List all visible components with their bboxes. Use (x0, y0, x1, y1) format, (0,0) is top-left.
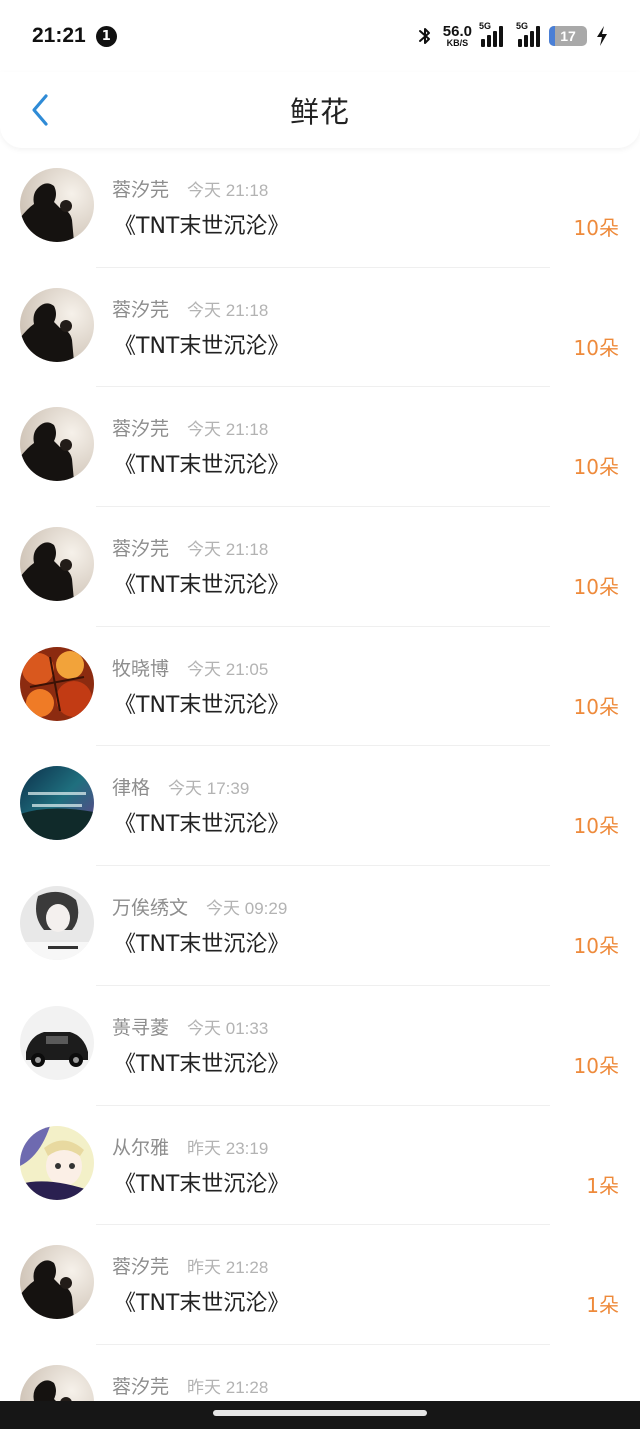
username: 蓉汐芫 (112, 1256, 170, 1279)
timestamp: 昨天 23:19 (187, 1138, 269, 1158)
list-item[interactable]: 牧晓博 今天 21:05 《TNT末世沉沦》 10朵 (0, 627, 640, 747)
avatar[interactable] (20, 407, 94, 482)
status-time: 21:21 (32, 24, 86, 47)
timestamp: 今天 21:18 (187, 540, 269, 560)
list-item[interactable]: 蓉汐芫 今天 21:18 《TNT末世沉沦》 10朵 (0, 268, 640, 388)
username: 蓉汐芫 (112, 298, 170, 321)
book-title: 《TNT末世沉沦》 (114, 1171, 290, 1197)
book-title: 《TNT末世沉沦》 (114, 333, 290, 359)
avatar[interactable] (20, 886, 94, 961)
bluetooth-icon (418, 28, 430, 44)
username: 蓉汐芫 (112, 418, 170, 441)
flower-count: 10朵 (573, 455, 619, 480)
book-title: 《TNT末世沉沦》 (114, 573, 290, 599)
username: 蓉汐芫 (112, 1375, 170, 1398)
item-meta: 万俟绣文 今天 09:29 (112, 893, 287, 920)
flower-count: 10朵 (573, 934, 619, 959)
item-meta: 蓉汐芫 昨天 21:28 (112, 1252, 268, 1279)
battery-level: 17 (560, 28, 576, 44)
flower-count: 10朵 (573, 814, 619, 839)
back-button[interactable] (20, 90, 60, 130)
page-title: 鲜花 (289, 95, 350, 129)
item-meta: 蓉汐芫 今天 21:18 (112, 175, 268, 202)
timestamp: 今天 21:18 (187, 420, 269, 440)
item-meta: 牧晓博 今天 21:05 (112, 654, 268, 681)
timestamp: 今天 21:05 (187, 659, 269, 679)
avatar[interactable] (20, 287, 94, 362)
signal-sim1-icon: 5G (479, 21, 503, 47)
status-bar: 21:21 1 56.0 KB/S 5G 5G 17 (0, 0, 640, 72)
list-item[interactable]: 蓉汐芫 昨天 21:28 《TNT末世沉沦》 1朵 (0, 1225, 640, 1345)
timestamp: 今天 09:29 (206, 899, 288, 919)
network-speed-unit: KB/S (446, 38, 469, 48)
list-item[interactable]: 蒉寻菱 今天 01:33 《TNT末世沉沦》 10朵 (0, 986, 640, 1106)
signal-sim2-icon: 5G (516, 21, 540, 47)
item-meta: 蓉汐芫 今天 21:18 (112, 414, 268, 441)
timestamp: 今天 17:39 (168, 779, 250, 799)
network-speed-value: 56.0 (442, 23, 472, 40)
timestamp: 今天 01:33 (187, 1018, 269, 1038)
flower-count: 1朵 (586, 1173, 619, 1198)
book-title: 《TNT末世沉沦》 (114, 692, 290, 718)
username: 蓉汐芫 (112, 179, 170, 201)
avatar[interactable] (20, 527, 94, 602)
home-indicator[interactable] (213, 1410, 427, 1416)
flower-count: 10朵 (573, 1053, 619, 1078)
list-item[interactable]: 蓉汐芫 今天 21:18 《TNT末世沉沦》 10朵 (0, 148, 640, 268)
book-title: 《TNT末世沉沦》 (114, 1291, 290, 1317)
timestamp: 昨天 21:28 (187, 1258, 269, 1278)
flower-count: 10朵 (573, 335, 619, 360)
notification-badge: 1 (95, 25, 117, 47)
avatar[interactable] (20, 1005, 94, 1080)
book-title: 《TNT末世沉沦》 (114, 932, 290, 958)
avatar[interactable] (20, 168, 94, 242)
item-meta: 蓉汐芫 今天 21:18 (112, 295, 268, 322)
navigation-bar: 鲜花 (0, 72, 640, 148)
username: 蓉汐芫 (112, 538, 170, 561)
book-title: 《TNT末世沉沦》 (114, 453, 290, 479)
status-icons: 56.0 KB/S 5G 5G 17 (416, 21, 608, 48)
battery-icon: 17 (549, 26, 587, 46)
flower-count: 1朵 (586, 1293, 619, 1318)
book-title: 《TNT末世沉沦》 (114, 1051, 290, 1077)
sim2-label: 5G (516, 21, 529, 31)
item-meta: 蓉汐芫 今天 21:18 (112, 534, 268, 561)
timestamp: 今天 21:18 (187, 181, 269, 200)
network-speed: 56.0 KB/S (443, 24, 472, 48)
item-meta: 蒉寻菱 今天 01:33 (112, 1013, 268, 1040)
book-title: 《TNT末世沉沦》 (114, 812, 290, 838)
sim1-label: 5G (479, 21, 492, 31)
chevron-left-icon (32, 94, 48, 126)
item-meta: 从尔雅 昨天 23:19 (112, 1133, 268, 1160)
list-item[interactable]: 蓉汐芫 今天 21:18 《TNT末世沉沦》 10朵 (0, 507, 640, 627)
timestamp: 昨天 21:28 (187, 1377, 269, 1397)
flower-count: 10朵 (573, 216, 619, 240)
avatar[interactable] (20, 766, 94, 841)
username: 万俟绣文 (112, 897, 189, 920)
book-title: 《TNT末世沉沦》 (114, 214, 290, 239)
flower-count: 10朵 (573, 575, 619, 600)
avatar[interactable] (20, 1245, 94, 1320)
item-meta: 律格 今天 17:39 (112, 773, 249, 800)
timestamp: 今天 21:18 (187, 300, 269, 320)
list-item[interactable]: 律格 今天 17:39 《TNT末世沉沦》 10朵 (0, 746, 640, 867)
avatar[interactable] (20, 1125, 94, 1200)
username: 从尔雅 (112, 1136, 170, 1159)
username: 律格 (112, 777, 151, 800)
item-meta: 蓉汐芫 昨天 21:28 (112, 1372, 268, 1399)
avatar[interactable] (20, 646, 94, 721)
list-item[interactable]: 从尔雅 昨天 23:19 《TNT末世沉沦》 1朵 (0, 1106, 640, 1226)
charging-bolt-icon (597, 26, 607, 46)
username: 牧晓博 (112, 657, 170, 680)
gesture-bar (0, 1401, 640, 1429)
username: 蒉寻菱 (112, 1016, 170, 1039)
list-item[interactable]: 蓉汐芫 今天 21:18 《TNT末世沉沦》 10朵 (0, 387, 640, 508)
list-item[interactable]: 万俟绣文 今天 09:29 《TNT末世沉沦》 10朵 (0, 866, 640, 986)
flower-list: 蓉汐芫 今天 21:18 《TNT末世沉沦》 10朵 蓉汐芫 今天 21:18 《TNT末世… (0, 148, 640, 1429)
flower-count: 10朵 (573, 694, 619, 719)
